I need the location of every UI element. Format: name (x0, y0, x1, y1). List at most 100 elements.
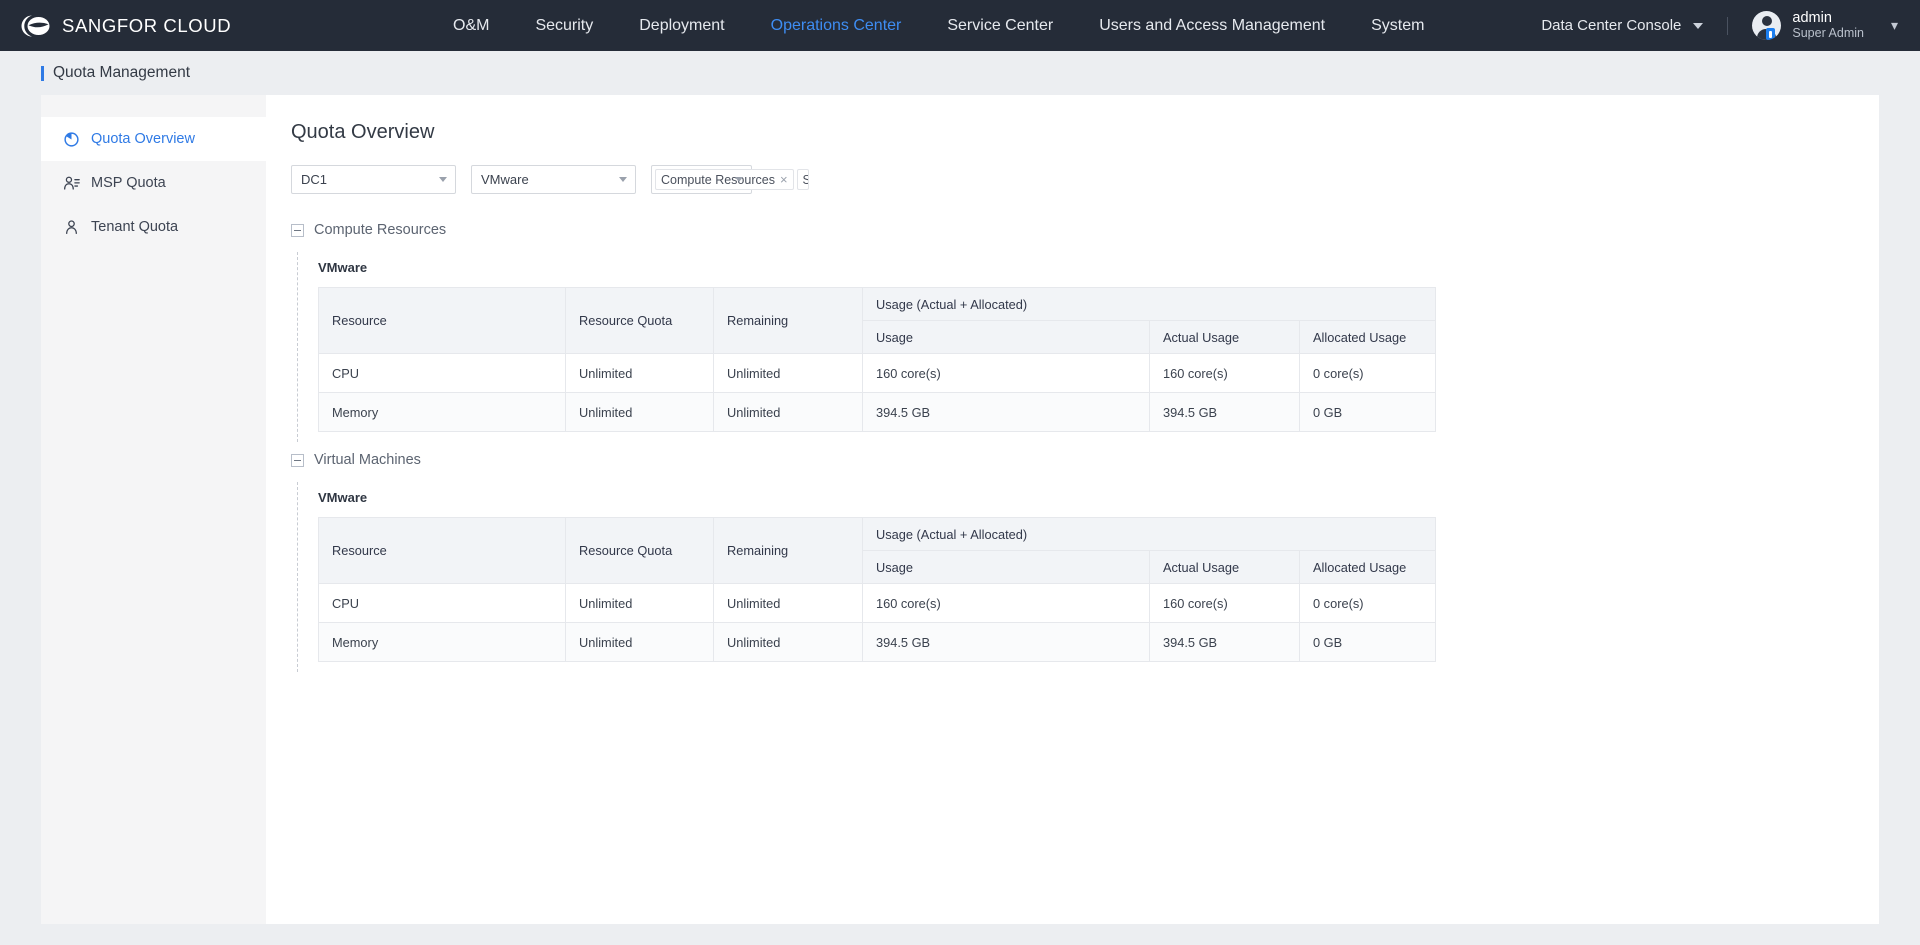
col-usage: Usage (862, 550, 1150, 584)
msp-user-icon (63, 176, 80, 189)
nav-item-deployment[interactable]: Deployment (616, 0, 747, 51)
filter-tag-storage[interactable]: Sto (796, 169, 809, 190)
cell-usage: 394.5 GB (862, 622, 1150, 662)
col-group-usage: Usage (Actual + Allocated) (862, 287, 1436, 321)
cell-usage: 394.5 GB (862, 392, 1150, 432)
nav-item-system[interactable]: System (1348, 0, 1447, 51)
console-selector-label: Data Center Console (1541, 17, 1682, 34)
user-role: Super Admin (1792, 26, 1864, 40)
cell-actual-usage: 394.5 GB (1149, 622, 1300, 662)
table-body: CPU Unlimited Unlimited 160 core(s) 160 … (318, 353, 1436, 432)
col-usage: Usage (862, 320, 1150, 354)
cell-resource: Memory (318, 392, 566, 432)
filter-tag-compute-resources[interactable]: Compute Resources × (655, 169, 794, 190)
quota-table-compute-resources: Resource Resource Quota Remaining Usage … (318, 287, 1436, 432)
section-compute-resources: Compute Resources VMware Resource Resour… (291, 216, 1879, 442)
section-title: Virtual Machines (314, 452, 421, 468)
cell-resource-quota: Unlimited (565, 353, 714, 393)
cell-actual-usage: 160 core(s) (1149, 353, 1300, 393)
page-header: Quota Management (0, 51, 1920, 95)
nav-item-service-center[interactable]: Service Center (924, 0, 1076, 51)
sidebar-item-msp-quota[interactable]: MSP Quota (41, 161, 266, 205)
page-title-accent-bar (41, 65, 44, 81)
quota-table-virtual-machines: Resource Resource Quota Remaining Usage … (318, 517, 1436, 662)
console-selector[interactable]: Data Center Console (1541, 17, 1704, 34)
cell-resource-quota: Unlimited (565, 583, 714, 623)
cell-remaining: Unlimited (713, 392, 863, 432)
sidebar: Quota Overview MSP Quota Tenant Quota (41, 95, 266, 924)
chevron-down-icon (619, 176, 627, 182)
filter-bar: DC1 VMware Compute Resources × Sto (291, 165, 1879, 194)
brand-label: SANGFOR CLOUD (62, 14, 232, 36)
sidebar-item-label: MSP Quota (91, 175, 166, 191)
cell-resource: CPU (318, 353, 566, 393)
datacenter-select[interactable]: DC1 (291, 165, 456, 194)
cell-allocated-usage: 0 GB (1299, 622, 1436, 662)
table-header-row-1: Resource Resource Quota Remaining Usage … (318, 287, 1436, 354)
col-resource-quota: Resource Quota (565, 517, 714, 584)
avatar (1752, 11, 1782, 40)
col-allocated-usage: Allocated Usage (1299, 550, 1436, 584)
page-body: Quota Overview MSP Quota Tenant Quota Qu… (41, 95, 1879, 924)
cell-remaining: Unlimited (713, 622, 863, 662)
col-remaining: Remaining (713, 517, 863, 584)
table-row[interactable]: Memory Unlimited Unlimited 394.5 GB 394.… (318, 392, 1436, 432)
col-remaining: Remaining (713, 287, 863, 354)
col-allocated-usage: Allocated Usage (1299, 320, 1436, 354)
nav-right-area: Data Center Console admin Super Admin ▾ (1541, 0, 1920, 51)
section-virtual-machines: Virtual Machines VMware Resource Resourc… (291, 446, 1879, 672)
cell-remaining: Unlimited (713, 583, 863, 623)
sidebar-item-label: Tenant Quota (91, 219, 179, 235)
table-body: CPU Unlimited Unlimited 160 core(s) 160 … (318, 583, 1436, 662)
section-body: VMware Resource Resource Quota Remaining… (297, 252, 1879, 442)
table-row[interactable]: Memory Unlimited Unlimited 394.5 GB 394.… (318, 622, 1436, 662)
cell-resource: Memory (318, 622, 566, 662)
col-actual-usage: Actual Usage (1149, 550, 1300, 584)
cell-remaining: Unlimited (713, 353, 863, 393)
section-title: Compute Resources (314, 222, 447, 238)
chevron-down-icon: ▾ (1890, 17, 1898, 33)
cell-resource: CPU (318, 583, 566, 623)
sidebar-item-quota-overview[interactable]: Quota Overview (41, 117, 266, 161)
cell-actual-usage: 394.5 GB (1149, 392, 1300, 432)
page-title: Quota Management (53, 64, 191, 81)
col-resource-quota: Resource Quota (565, 287, 714, 354)
section-body: VMware Resource Resource Quota Remaining… (297, 482, 1879, 672)
nav-item-security[interactable]: Security (512, 0, 616, 51)
resource-type-multiselect[interactable]: Compute Resources × Sto (651, 165, 809, 194)
collapse-toggle-icon[interactable] (291, 453, 304, 467)
quota-pie-icon (64, 131, 79, 147)
chevron-down-icon (439, 176, 447, 182)
nav-item-operations-center[interactable]: Operations Center (748, 0, 925, 51)
filter-tag-label: Sto (803, 173, 808, 187)
close-icon[interactable]: × (780, 172, 788, 187)
col-actual-usage: Actual Usage (1149, 320, 1300, 354)
cell-usage: 160 core(s) (862, 583, 1150, 623)
table-row[interactable]: CPU Unlimited Unlimited 160 core(s) 160 … (318, 583, 1436, 623)
col-group-usage: Usage (Actual + Allocated) (862, 517, 1436, 551)
platform-select[interactable]: VMware (471, 165, 636, 194)
nav-item-om[interactable]: O&M (430, 0, 512, 51)
datacenter-select-value: DC1 (301, 172, 328, 187)
cell-actual-usage: 160 core(s) (1149, 583, 1300, 623)
sidebar-item-label: Quota Overview (91, 131, 195, 147)
platform-select-value: VMware (481, 172, 529, 187)
cloud-logo-icon (21, 14, 50, 37)
col-resource: Resource (318, 287, 566, 354)
nav-item-users-and-access-management[interactable]: Users and Access Management (1076, 0, 1348, 51)
section-subtitle: VMware (318, 260, 368, 275)
table-row[interactable]: CPU Unlimited Unlimited 160 core(s) 160 … (318, 353, 1436, 393)
sidebar-item-tenant-quota[interactable]: Tenant Quota (41, 205, 266, 249)
section-header: Virtual Machines (291, 446, 1879, 474)
cell-allocated-usage: 0 GB (1299, 392, 1436, 432)
user-menu[interactable]: admin Super Admin ▾ (1752, 10, 1898, 41)
section-subtitle: VMware (318, 490, 368, 505)
chevron-down-icon (735, 176, 743, 182)
tenant-user-icon (66, 219, 77, 234)
collapse-toggle-icon[interactable] (291, 223, 304, 237)
table-head: Resource Resource Quota Remaining Usage … (318, 287, 1436, 354)
user-name: admin (1792, 10, 1832, 26)
top-navigation-bar: SANGFOR CLOUD O&M Security Deployment Op… (0, 0, 1920, 51)
cell-resource-quota: Unlimited (565, 622, 714, 662)
brand[interactable]: SANGFOR CLOUD (0, 11, 330, 41)
